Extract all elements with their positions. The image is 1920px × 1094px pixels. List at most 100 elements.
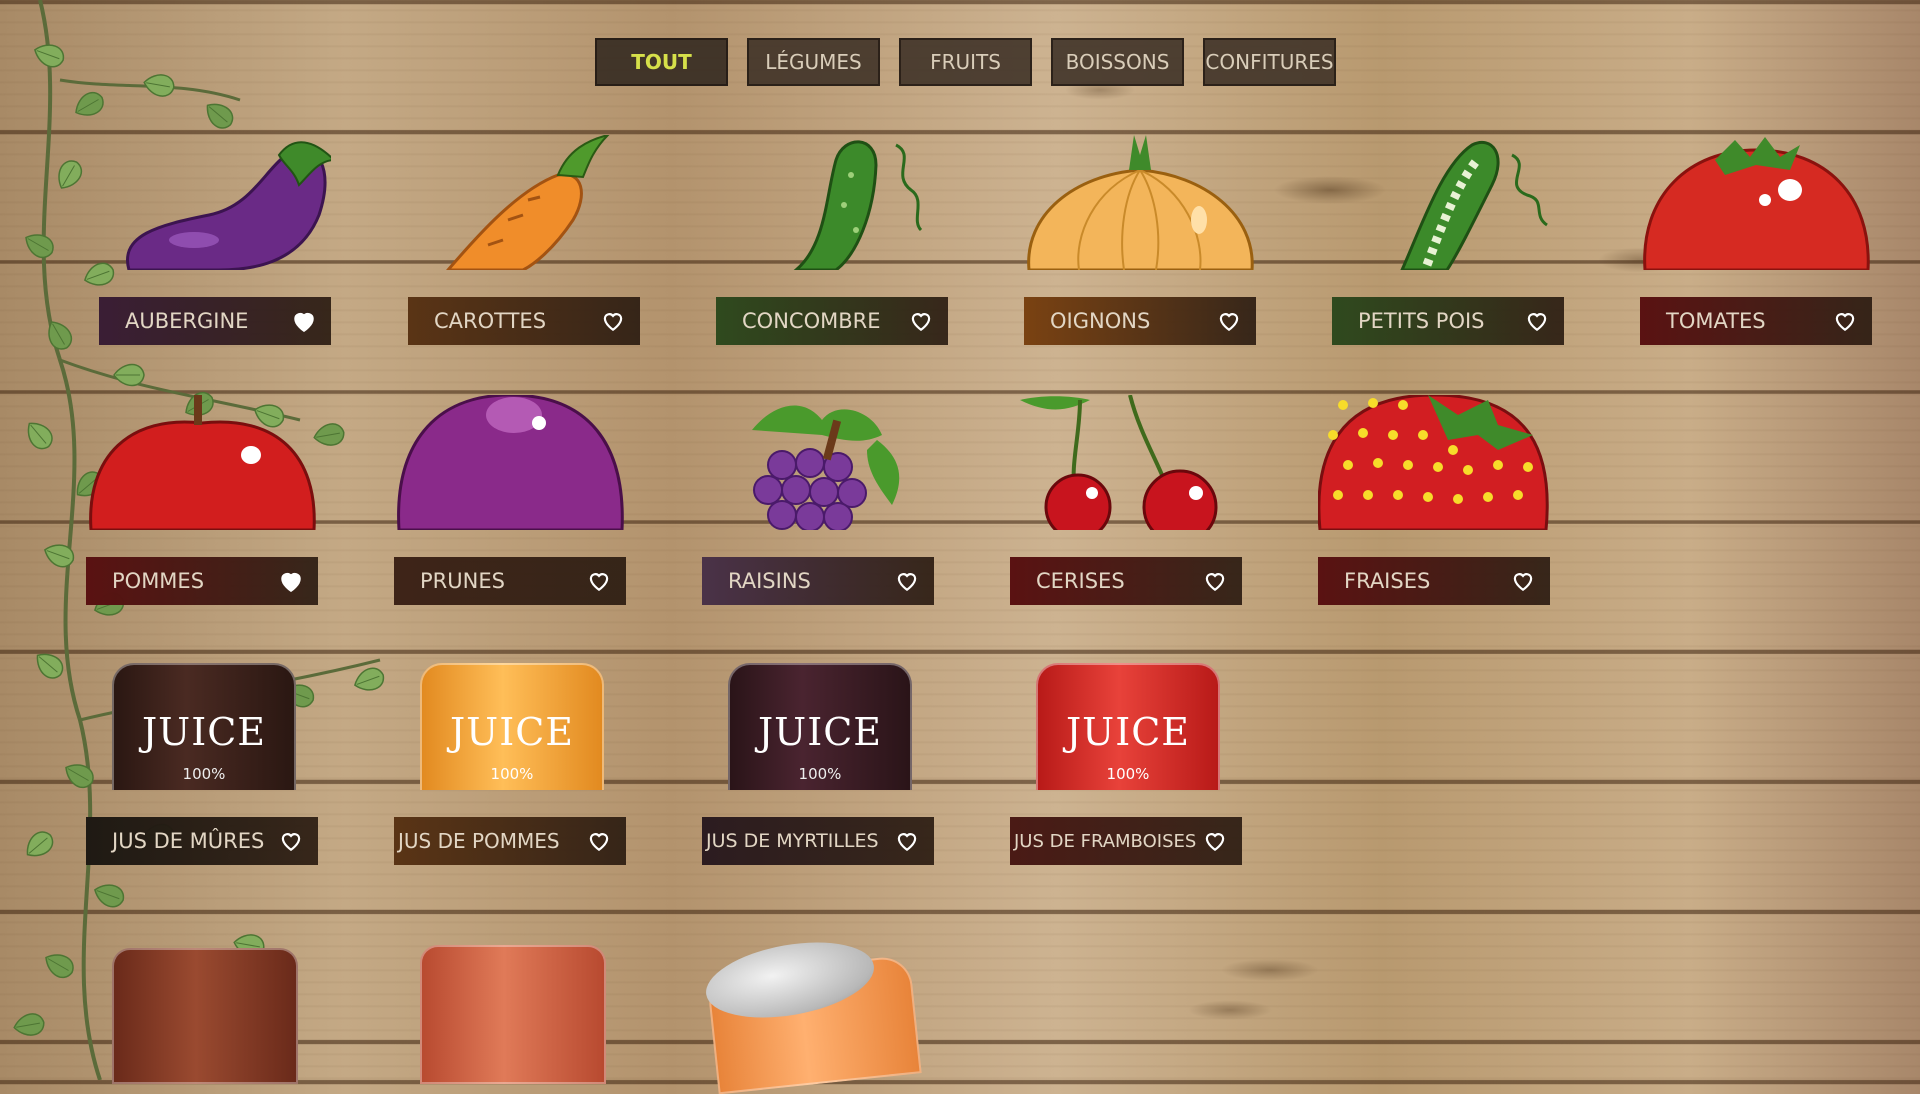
product-label[interactable]: RAISINS bbox=[702, 557, 934, 605]
favorite-heart-icon[interactable] bbox=[906, 306, 936, 336]
product-card-jus-de-pommes[interactable]: JUICE 100% JUS DE POMMES bbox=[394, 655, 626, 865]
eggplant-icon bbox=[126, 141, 331, 270]
product-label[interactable]: JUS DE FRAMBOISES bbox=[1010, 817, 1242, 865]
product-card-jus-de-mures[interactable]: JUICE 100% JUS DE MÛRES bbox=[86, 655, 318, 865]
product-card-fraises[interactable]: FRAISES bbox=[1318, 395, 1550, 605]
jar-label-text: JUICE bbox=[449, 710, 575, 754]
favorite-heart-icon[interactable] bbox=[276, 566, 306, 596]
product-label[interactable]: POMMES bbox=[86, 557, 318, 605]
product-card-carottes[interactable]: CAROTTES bbox=[408, 135, 640, 345]
jar-label-sub: 100% bbox=[798, 765, 842, 783]
product-name: JUS DE MYRTILLES bbox=[706, 830, 879, 852]
favorite-heart-icon[interactable] bbox=[584, 826, 614, 856]
tomato-icon bbox=[1643, 137, 1870, 270]
ivy-leaf bbox=[75, 91, 104, 116]
product-name: CONCOMBRE bbox=[742, 309, 881, 333]
favorite-heart-icon[interactable] bbox=[892, 566, 922, 596]
cherries-icon bbox=[1020, 395, 1218, 530]
tab-fruits[interactable]: FRUITS bbox=[899, 38, 1032, 86]
apple-icon bbox=[89, 395, 316, 530]
product-card-jus-de-myrtilles[interactable]: JUICE 100% JUS DE MYRTILLES bbox=[702, 655, 934, 865]
ivy-leaf bbox=[206, 103, 234, 129]
tab-confitures[interactable]: CONFITURES bbox=[1203, 38, 1336, 86]
product-name: FRAISES bbox=[1344, 569, 1431, 593]
ivy-leaf bbox=[27, 422, 53, 450]
product-card-prunes[interactable]: PRUNES bbox=[394, 395, 626, 605]
product-name: CAROTTES bbox=[434, 309, 547, 333]
product-card-cerises[interactable]: CERISES bbox=[1010, 395, 1242, 605]
juice-bottle-image: JUICE 100% bbox=[702, 655, 934, 790]
product-card-concombre[interactable]: CONCOMBRE bbox=[716, 135, 948, 345]
product-name: PRUNES bbox=[420, 569, 505, 593]
favorite-heart-icon[interactable] bbox=[1508, 566, 1538, 596]
product-card-tomates[interactable]: TOMATES bbox=[1640, 135, 1872, 345]
product-name: AUBERGINE bbox=[125, 309, 249, 333]
ivy-leaf bbox=[58, 160, 83, 189]
ivy-leaf bbox=[36, 653, 64, 679]
tab-boissons[interactable]: BOISSONS bbox=[1051, 38, 1184, 86]
favorite-heart-icon[interactable] bbox=[289, 306, 319, 336]
ivy-leaf bbox=[26, 831, 54, 857]
product-label[interactable]: JUS DE POMMES bbox=[394, 817, 626, 865]
product-label[interactable]: JUS DE MÛRES bbox=[86, 817, 318, 865]
ivy-leaf bbox=[94, 884, 125, 908]
product-label[interactable]: CERISES bbox=[1010, 557, 1242, 605]
ivy-leaf bbox=[48, 321, 73, 350]
product-card-oignons[interactable]: OIGNONS bbox=[1024, 135, 1256, 345]
product-name: PETITS POIS bbox=[1358, 309, 1485, 333]
product-label[interactable]: FRAISES bbox=[1318, 557, 1550, 605]
jar-label-sub: 100% bbox=[1106, 765, 1150, 783]
grapes-icon bbox=[752, 405, 900, 530]
product-card-aubergine[interactable]: AUBERGINE bbox=[99, 135, 331, 345]
ivy-leaf bbox=[25, 234, 54, 259]
product-name: JUS DE MÛRES bbox=[112, 829, 265, 853]
cucumber-icon bbox=[793, 140, 923, 270]
ivy-leaf bbox=[113, 363, 145, 387]
product-label[interactable]: CONCOMBRE bbox=[716, 297, 948, 345]
strawberry-icon bbox=[1318, 395, 1549, 530]
product-label[interactable]: PRUNES bbox=[394, 557, 626, 605]
ivy-leaf bbox=[45, 954, 74, 979]
tab-legumes[interactable]: LÉGUMES bbox=[747, 38, 880, 86]
onion-icon bbox=[1027, 135, 1254, 270]
ivy-leaf bbox=[354, 667, 385, 691]
jam-jar-1[interactable] bbox=[112, 948, 298, 1084]
category-nav: TOUT LÉGUMES FRUITS BOISSONS CONFITURES bbox=[595, 38, 1336, 86]
product-label[interactable]: OIGNONS bbox=[1024, 297, 1256, 345]
ivy-leaf bbox=[143, 74, 175, 97]
jar-label-text: JUICE bbox=[757, 710, 883, 754]
product-name: RAISINS bbox=[728, 569, 811, 593]
carrot-icon bbox=[446, 135, 610, 270]
favorite-heart-icon[interactable] bbox=[1830, 306, 1860, 336]
product-label[interactable]: CAROTTES bbox=[408, 297, 640, 345]
product-label[interactable]: PETITS POIS bbox=[1332, 297, 1564, 345]
jar-label-text: JUICE bbox=[141, 710, 267, 754]
product-card-petits-pois[interactable]: PETITS POIS bbox=[1332, 135, 1564, 345]
favorite-heart-icon[interactable] bbox=[584, 566, 614, 596]
product-label[interactable]: AUBERGINE bbox=[99, 297, 331, 345]
ivy-leaf bbox=[13, 1013, 45, 1036]
product-name: JUS DE POMMES bbox=[398, 829, 560, 853]
plum-icon bbox=[397, 395, 624, 530]
favorite-heart-icon[interactable] bbox=[598, 306, 628, 336]
juice-bottle-image: JUICE 100% bbox=[1010, 655, 1242, 790]
favorite-heart-icon[interactable] bbox=[276, 826, 306, 856]
favorite-heart-icon[interactable] bbox=[1522, 306, 1552, 336]
product-name: TOMATES bbox=[1666, 309, 1766, 333]
favorite-heart-icon[interactable] bbox=[1214, 306, 1244, 336]
product-name: OIGNONS bbox=[1050, 309, 1151, 333]
juice-bottle-image: JUICE 100% bbox=[394, 655, 626, 790]
product-label[interactable]: TOMATES bbox=[1640, 297, 1872, 345]
product-label[interactable]: JUS DE MYRTILLES bbox=[702, 817, 934, 865]
product-name: POMMES bbox=[112, 569, 205, 593]
tab-tout[interactable]: TOUT bbox=[595, 38, 728, 86]
product-card-pommes[interactable]: POMMES bbox=[86, 395, 318, 605]
product-card-jus-de-framboises[interactable]: JUICE 100% JUS DE FRAMBOISES bbox=[1010, 655, 1242, 865]
product-card-raisins[interactable]: RAISINS bbox=[702, 395, 934, 605]
favorite-heart-icon[interactable] bbox=[892, 826, 922, 856]
favorite-heart-icon[interactable] bbox=[1200, 566, 1230, 596]
juice-bottle-image: JUICE 100% bbox=[86, 655, 318, 790]
favorite-heart-icon[interactable] bbox=[1200, 826, 1230, 856]
peas-icon bbox=[1400, 141, 1548, 270]
jam-jar-2[interactable] bbox=[420, 945, 606, 1084]
